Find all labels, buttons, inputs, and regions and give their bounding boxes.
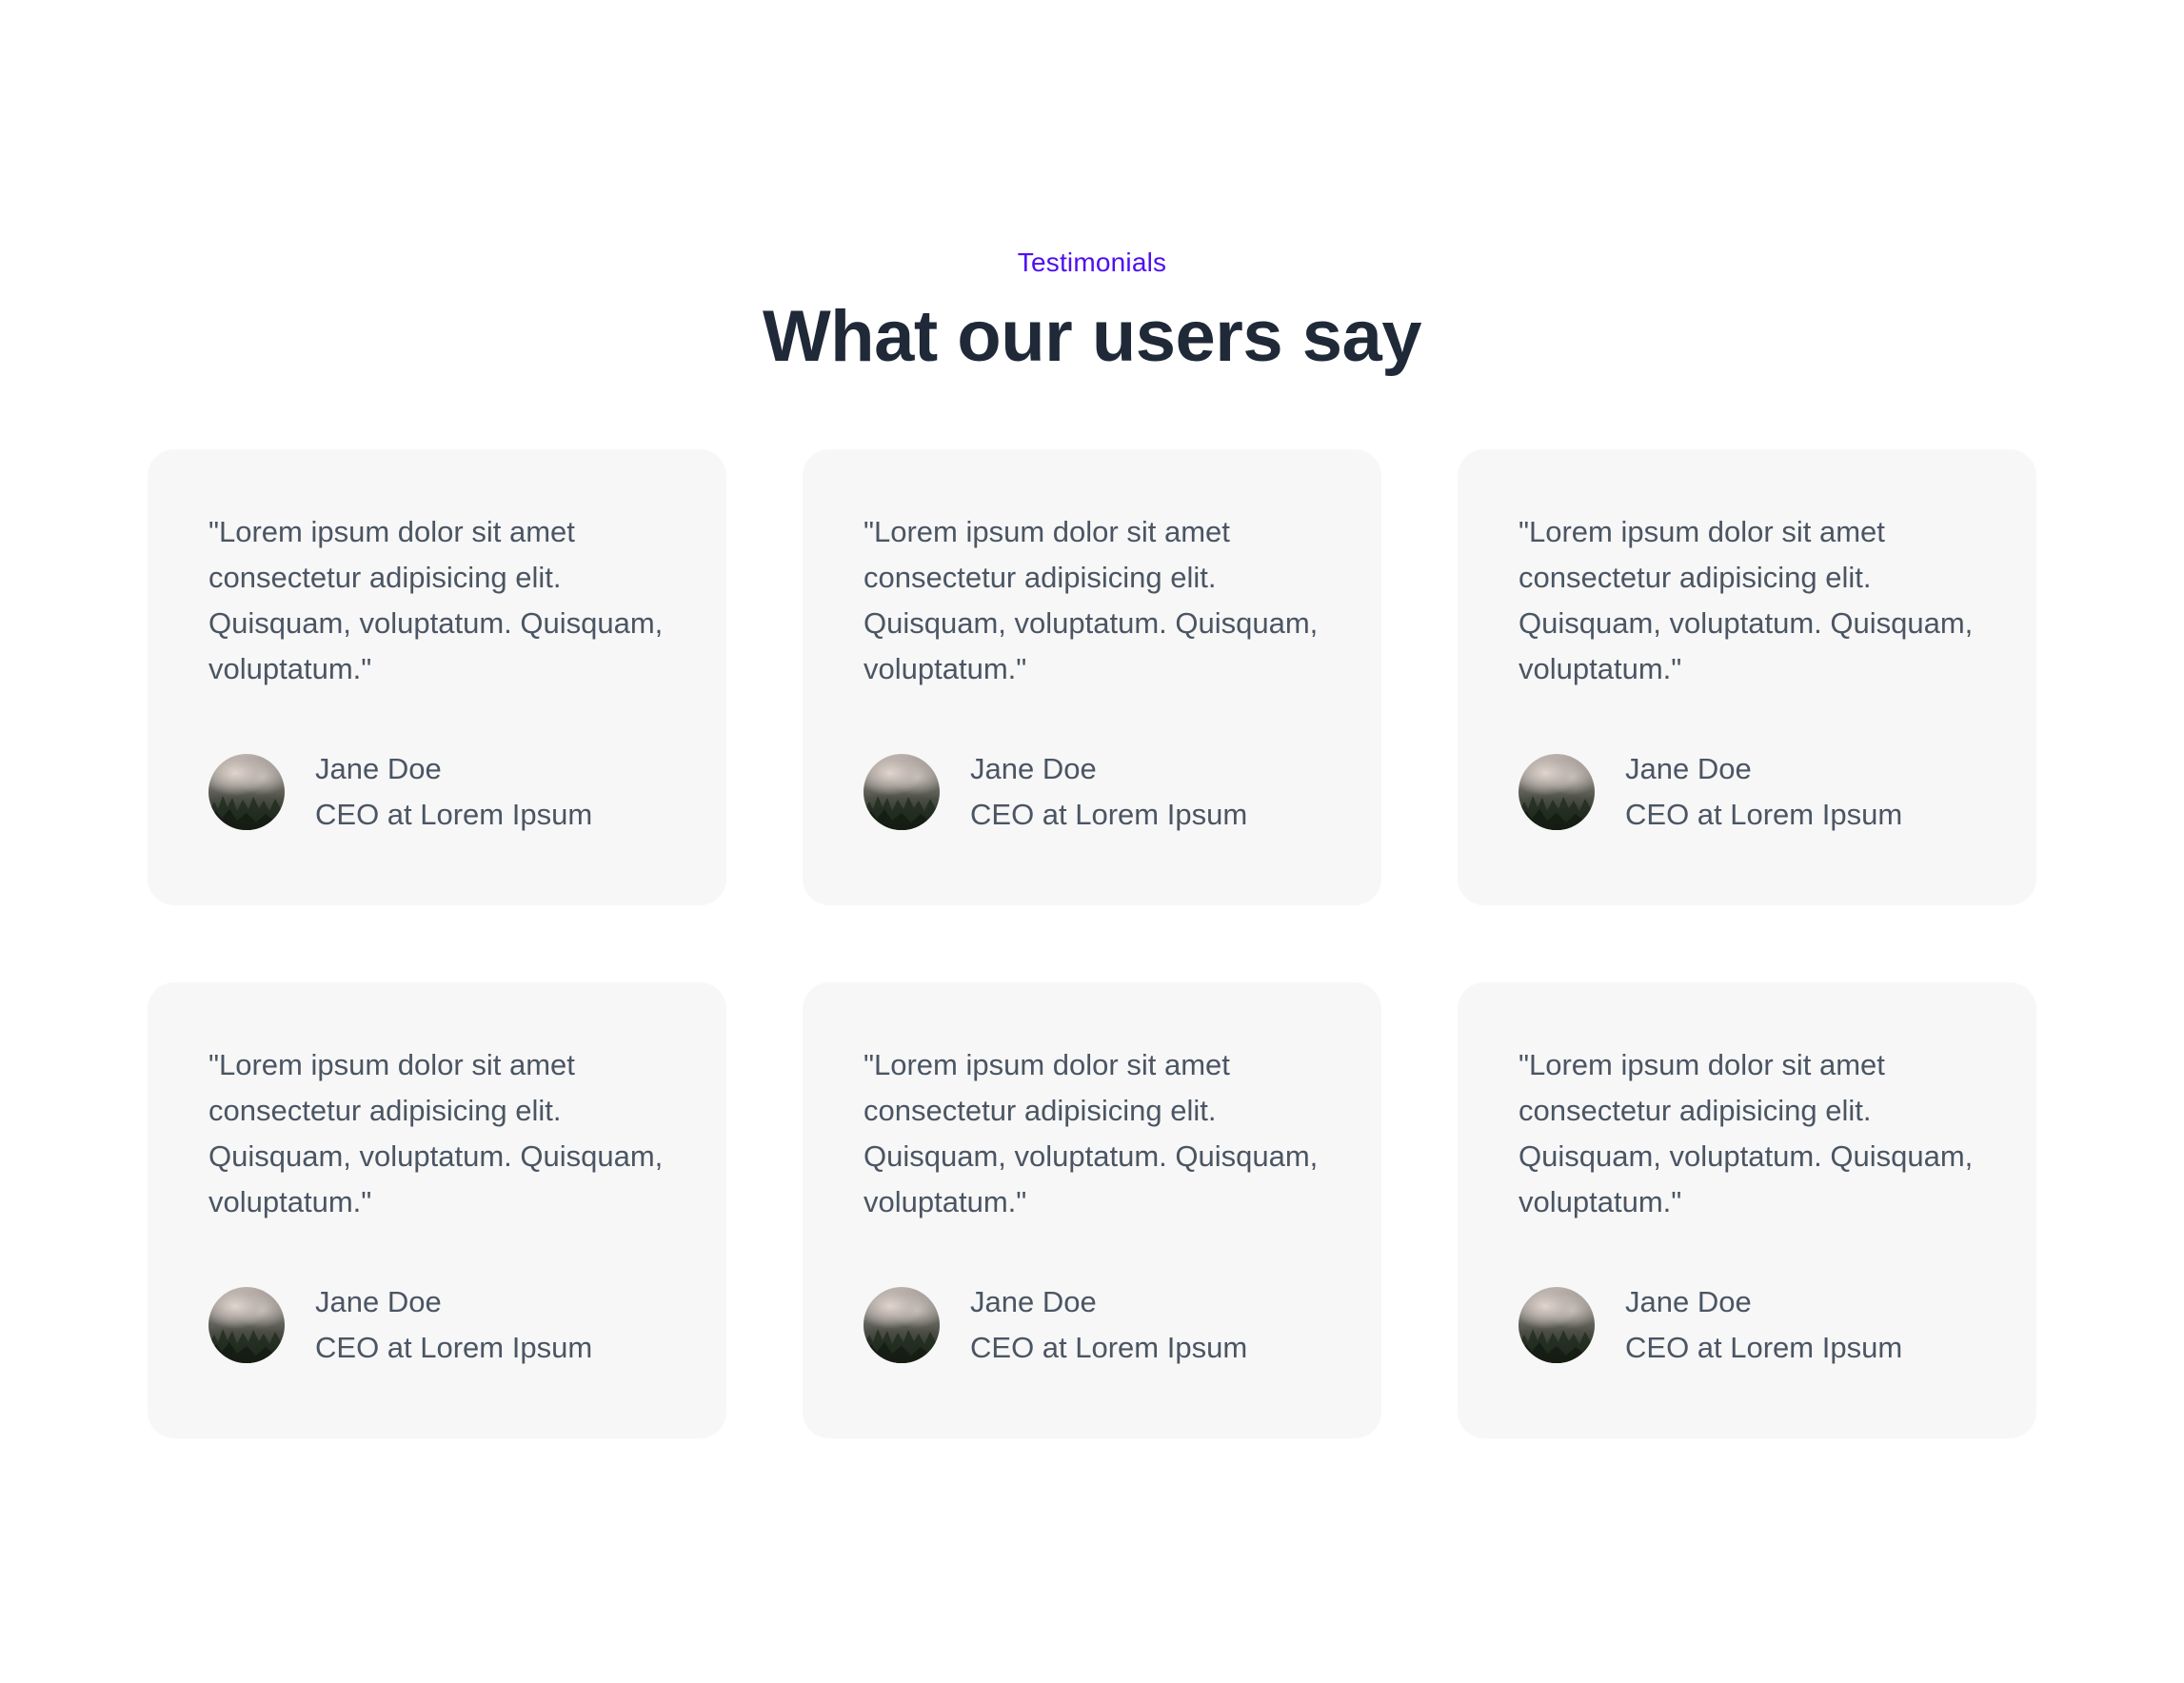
avatar xyxy=(864,1287,940,1363)
author-role: CEO at Lorem Ipsum xyxy=(1625,798,1903,831)
avatar xyxy=(1519,754,1595,830)
testimonial-author: Jane Doe CEO at Lorem Ipsum xyxy=(1519,752,1903,838)
testimonial-author: Jane Doe CEO at Lorem Ipsum xyxy=(864,1285,1248,1371)
author-name: Jane Doe xyxy=(315,1285,442,1318)
avatar-forest-photo-icon xyxy=(1519,796,1595,830)
section-title: What our users say xyxy=(762,296,1422,377)
testimonial-author: Jane Doe CEO at Lorem Ipsum xyxy=(208,752,593,838)
author-name: Jane Doe xyxy=(970,1285,1097,1318)
testimonials-section: Testimonials What our users say "Lorem i… xyxy=(0,0,2184,1683)
avatar-forest-photo-icon xyxy=(208,796,285,830)
testimonial-card: "Lorem ipsum dolor sit amet consectetur … xyxy=(803,449,1381,905)
testimonial-author: Jane Doe CEO at Lorem Ipsum xyxy=(864,752,1248,838)
avatar-forest-photo-icon xyxy=(864,1329,940,1363)
avatar-forest-photo-icon xyxy=(1519,1329,1595,1363)
testimonial-author: Jane Doe CEO at Lorem Ipsum xyxy=(1519,1285,1903,1371)
testimonial-card: "Lorem ipsum dolor sit amet consectetur … xyxy=(1458,982,2036,1438)
testimonial-quote: "Lorem ipsum dolor sit amet consectetur … xyxy=(208,1048,664,1218)
author-name: Jane Doe xyxy=(1625,1285,1752,1318)
author-name: Jane Doe xyxy=(970,752,1097,785)
author-name: Jane Doe xyxy=(315,752,442,785)
testimonial-quote: "Lorem ipsum dolor sit amet consectetur … xyxy=(1519,515,1974,685)
section-eyebrow: Testimonials xyxy=(1017,248,1167,277)
testimonial-author: Jane Doe CEO at Lorem Ipsum xyxy=(208,1285,593,1371)
author-role: CEO at Lorem Ipsum xyxy=(315,798,593,831)
testimonial-card: "Lorem ipsum dolor sit amet consectetur … xyxy=(148,982,726,1438)
avatar xyxy=(1519,1287,1595,1363)
testimonial-card: "Lorem ipsum dolor sit amet consectetur … xyxy=(1458,449,2036,905)
author-role: CEO at Lorem Ipsum xyxy=(315,1331,593,1364)
avatar xyxy=(864,754,940,830)
testimonial-quote: "Lorem ipsum dolor sit amet consectetur … xyxy=(208,515,664,685)
testimonial-card: "Lorem ipsum dolor sit amet consectetur … xyxy=(148,449,726,905)
avatar xyxy=(208,1287,285,1363)
avatar-forest-photo-icon xyxy=(864,796,940,830)
testimonial-quote: "Lorem ipsum dolor sit amet consectetur … xyxy=(864,1048,1319,1218)
testimonial-quote: "Lorem ipsum dolor sit amet consectetur … xyxy=(864,515,1319,685)
author-role: CEO at Lorem Ipsum xyxy=(970,1331,1248,1364)
author-role: CEO at Lorem Ipsum xyxy=(970,798,1248,831)
testimonial-card: "Lorem ipsum dolor sit amet consectetur … xyxy=(803,982,1381,1438)
avatar-forest-photo-icon xyxy=(208,1329,285,1363)
author-role: CEO at Lorem Ipsum xyxy=(1625,1331,1903,1364)
author-name: Jane Doe xyxy=(1625,752,1752,785)
testimonial-quote: "Lorem ipsum dolor sit amet consectetur … xyxy=(1519,1048,1974,1218)
testimonial-grid: "Lorem ipsum dolor sit amet consectetur … xyxy=(148,449,2036,1438)
avatar xyxy=(208,754,285,830)
